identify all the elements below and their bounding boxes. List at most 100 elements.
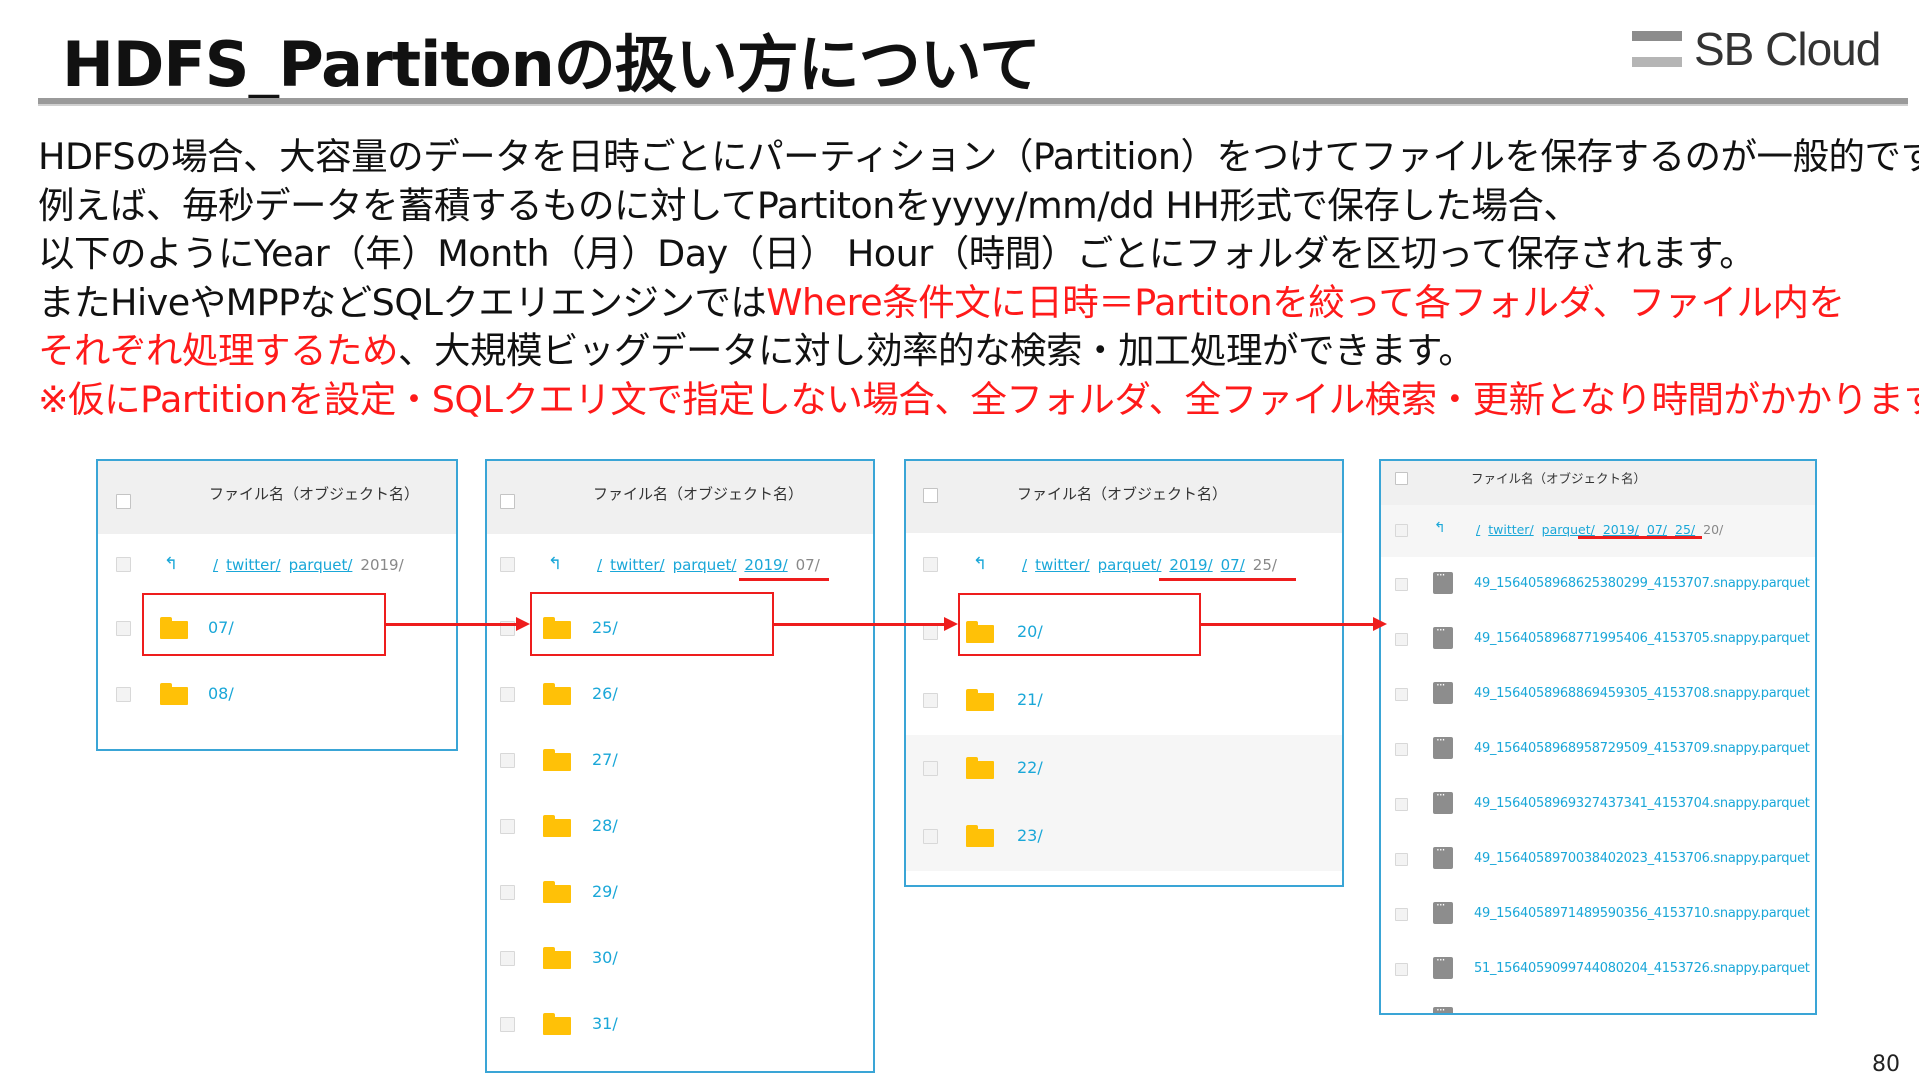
select-all-checkbox[interactable]: [1395, 472, 1408, 485]
file-row[interactable]: 49_1564058969327437341_4153704.snappy.pa…: [1381, 777, 1815, 832]
breadcrumb-parquet[interactable]: parquet/: [289, 556, 353, 574]
breadcrumb-year[interactable]: 2019/: [1169, 556, 1212, 574]
row-checkbox[interactable]: [500, 687, 515, 702]
body-line-5-black: 、大規模ビッグデータに対し効率的な検索・加工処理ができます。: [398, 329, 1475, 372]
folder-row[interactable]: 22/: [906, 735, 1342, 803]
breadcrumb-parquet[interactable]: parquet/: [1098, 556, 1162, 574]
folder-row[interactable]: 28/: [487, 794, 873, 860]
row-checkbox[interactable]: [1395, 633, 1408, 646]
folder-row[interactable]: 27/: [487, 728, 873, 794]
row-checkbox[interactable]: [923, 761, 938, 776]
row-checkbox[interactable]: [500, 885, 515, 900]
row-checkbox[interactable]: [923, 693, 938, 708]
breadcrumb-twitter[interactable]: twitter/: [610, 556, 665, 574]
row-checkbox[interactable]: [500, 557, 515, 572]
back-arrow-icon[interactable]: ↰: [1434, 520, 1446, 536]
row-checkbox[interactable]: [923, 829, 938, 844]
row-checkbox[interactable]: [116, 687, 131, 702]
folder-name[interactable]: 31/: [592, 1014, 618, 1033]
file-name[interactable]: 51_1564059099744080204_4153726.snappy.pa…: [1474, 961, 1810, 976]
row-checkbox[interactable]: [500, 1017, 515, 1032]
folder-name[interactable]: 26/: [592, 684, 618, 703]
file-row[interactable]: 49_1564058971489590356_4153710.snappy.pa…: [1381, 887, 1815, 942]
row-checkbox[interactable]: [1395, 908, 1408, 921]
row-checkbox[interactable]: [500, 819, 515, 834]
folder-name[interactable]: 21/: [1017, 690, 1043, 709]
back-arrow-icon[interactable]: ↰: [973, 554, 987, 574]
breadcrumb: / twitter/parquet/2019/: [213, 556, 412, 574]
file-icon: [1433, 733, 1453, 759]
folder-row[interactable]: 31/: [487, 992, 873, 1058]
breadcrumb-year[interactable]: 2019/: [744, 556, 787, 574]
select-all-checkbox[interactable]: [500, 494, 515, 509]
row-checkbox[interactable]: [1395, 524, 1408, 537]
file-name[interactable]: 49_1564058968869459305_4153708.snappy.pa…: [1474, 686, 1810, 701]
breadcrumb-twitter[interactable]: twitter/: [1035, 556, 1090, 574]
row-checkbox[interactable]: [500, 951, 515, 966]
file-name[interactable]: 49_1564058968625380299_4153707.snappy.pa…: [1474, 576, 1810, 591]
folder-name[interactable]: 23/: [1017, 826, 1043, 845]
select-all-checkbox[interactable]: [923, 488, 938, 503]
breadcrumb-year[interactable]: 2019/: [1603, 522, 1639, 537]
folder-name[interactable]: 28/: [592, 816, 618, 835]
file-row[interactable]: 49_1564058968958729509_4153709.snappy.pa…: [1381, 722, 1815, 777]
file-row[interactable]: 49_1564058968869459305_4153708.snappy.pa…: [1381, 667, 1815, 722]
folder-row[interactable]: 29/: [487, 860, 873, 926]
file-browser-panel-files: ファイル名（オブジェクト名） ↰ / twitter/parquet/2019/0…: [1379, 459, 1817, 1015]
breadcrumb: / twitter/parquet/2019/07/25/20/: [1476, 522, 1731, 537]
breadcrumb-day[interactable]: 25/: [1675, 522, 1695, 537]
breadcrumb-parquet[interactable]: parquet/: [673, 556, 737, 574]
folder-name[interactable]: 08/: [208, 684, 234, 703]
folder-row[interactable]: 08/: [98, 662, 456, 728]
folder-icon: [543, 947, 571, 969]
row-checkbox[interactable]: [1395, 743, 1408, 756]
row-checkbox[interactable]: [1395, 853, 1408, 866]
folder-row[interactable]: 26/: [487, 662, 873, 728]
breadcrumb: / twitter/parquet/2019/07/25/: [1022, 556, 1285, 574]
breadcrumb-parquet[interactable]: parquet/: [1542, 522, 1595, 537]
file-name[interactable]: 49_1564058968771995406_4153705.snappy.pa…: [1474, 631, 1810, 646]
file-row[interactable]: 49_1564058968625380299_4153707.snappy.pa…: [1381, 557, 1815, 612]
file-row[interactable]: 51_1564059099744080204_4153726.snappy.pa…: [1381, 942, 1815, 997]
file-name[interactable]: 49_1564058969327437341_4153704.snappy.pa…: [1474, 796, 1810, 811]
breadcrumb-root[interactable]: /: [1022, 556, 1027, 574]
breadcrumb-twitter[interactable]: twitter/: [226, 556, 281, 574]
highlight-box-day-25: [530, 592, 774, 656]
breadcrumb-twitter[interactable]: twitter/: [1488, 522, 1533, 537]
body-line-4-black: またHiveやMPPなどSQLクエリエンジンでは: [38, 280, 767, 324]
back-arrow-icon[interactable]: ↰: [548, 554, 562, 574]
row-checkbox[interactable]: [500, 753, 515, 768]
folder-name[interactable]: 29/: [592, 882, 618, 901]
row-checkbox[interactable]: [923, 557, 938, 572]
file-name[interactable]: 49_1564058968958729509_4153709.snappy.pa…: [1474, 741, 1810, 756]
folder-name[interactable]: 30/: [592, 948, 618, 967]
row-checkbox[interactable]: [923, 625, 938, 640]
breadcrumb-root[interactable]: /: [1476, 522, 1480, 537]
row-checkbox[interactable]: [1395, 963, 1408, 976]
arrow-line-2: [774, 623, 946, 626]
arrow-line-1: [386, 623, 518, 626]
row-checkbox[interactable]: [1395, 578, 1408, 591]
folder-row[interactable]: 21/: [906, 667, 1342, 735]
file-row[interactable]: 49_1564058970038402023_4153706.snappy.pa…: [1381, 832, 1815, 887]
breadcrumb-month[interactable]: 07/: [1221, 556, 1245, 574]
row-checkbox[interactable]: [1395, 798, 1408, 811]
folder-row[interactable]: 23/: [906, 803, 1342, 871]
folder-name[interactable]: 22/: [1017, 758, 1043, 777]
folder-name[interactable]: 27/: [592, 750, 618, 769]
row-checkbox[interactable]: [116, 557, 131, 572]
breadcrumb-row: ↰ / twitter/parquet/2019/07/25/20/: [1381, 505, 1815, 557]
select-all-checkbox[interactable]: [116, 494, 131, 509]
breadcrumb-root[interactable]: /: [597, 556, 602, 574]
breadcrumb-month[interactable]: 07/: [1647, 522, 1667, 537]
file-name[interactable]: 49_1564058971489590356_4153710.snappy.pa…: [1474, 906, 1810, 921]
breadcrumb-root[interactable]: /: [213, 556, 218, 574]
back-arrow-icon[interactable]: ↰: [164, 554, 178, 574]
file-name[interactable]: 49_1564058970038402023_4153706.snappy.pa…: [1474, 851, 1810, 866]
folder-row[interactable]: 30/: [487, 926, 873, 992]
folder-icon: [543, 881, 571, 903]
row-checkbox[interactable]: [1395, 688, 1408, 701]
file-icon: [1433, 623, 1453, 649]
row-checkbox[interactable]: [116, 621, 131, 636]
file-row[interactable]: 49_1564058968771995406_4153705.snappy.pa…: [1381, 612, 1815, 667]
